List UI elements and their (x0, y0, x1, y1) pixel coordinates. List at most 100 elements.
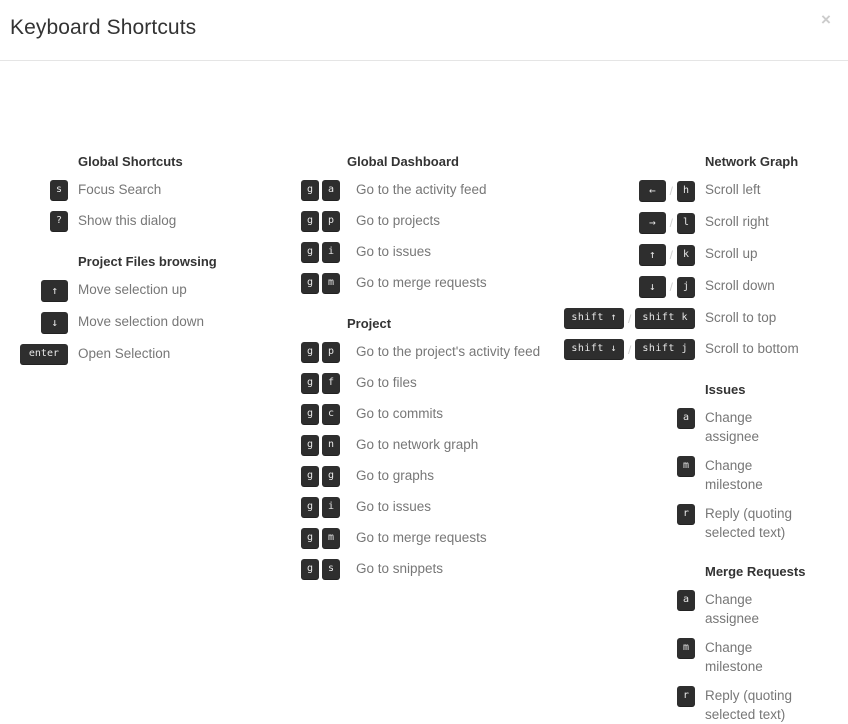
shortcut-description: Show this dialog (78, 213, 177, 228)
shortcut-keys: gi (292, 241, 347, 263)
key-badge: p (322, 211, 341, 232)
key-badge: enter (19, 344, 68, 365)
shortcut-row: shift ↓ / shift j Scroll to bottom (560, 338, 848, 360)
shortcut-keys: enter (0, 343, 68, 365)
key-badge: n (322, 435, 341, 456)
section-heading: Global Shortcuts (78, 154, 183, 169)
key-badge: ↑ (639, 244, 666, 266)
key-badge: ← (639, 180, 666, 202)
section-heading: Issues (705, 382, 746, 397)
shortcut-description: Change assignee (705, 592, 760, 626)
shortcut-keys: ↓ (0, 311, 68, 334)
shortcut-description: Move selection up (78, 282, 187, 297)
key-badge: ? (49, 211, 68, 232)
shortcut-description: Focus Search (78, 182, 162, 197)
dialog-header: Keyboard Shortcuts × (0, 0, 848, 61)
shortcut-description: Go to commits (356, 406, 444, 421)
shortcut-section: Merge Requests a Change assignee m Change mi… (560, 564, 848, 724)
shortcut-keys: ← / h (560, 179, 695, 202)
key-badge: m (676, 638, 695, 659)
shortcut-description: Go to issues (356, 499, 432, 514)
shortcut-description: Go to merge requests (356, 530, 487, 545)
shortcut-description: Go to merge requests (356, 275, 487, 290)
shortcut-row: m Change milestone (560, 455, 848, 494)
key-badge: g (301, 497, 320, 518)
key-badge: a (322, 180, 341, 201)
shortcut-row: ← / h Scroll left (560, 179, 848, 202)
shortcut-row: g a Go to the activity feed (292, 179, 560, 201)
shortcut-keys: gf (292, 372, 347, 394)
key-badge: s (322, 559, 341, 580)
shortcut-keys: ↑ / k (560, 243, 695, 266)
shortcut-keys: r (560, 503, 695, 525)
shortcut-description: Scroll to bottom (705, 341, 799, 356)
shortcut-row: ↓ / j Scroll down (560, 275, 848, 298)
key-badge: g (301, 373, 320, 394)
key-badge: l (676, 212, 695, 234)
key-badge: m (322, 528, 341, 549)
key-badge: g (301, 211, 320, 232)
shortcut-row: g m Go to merge requests (292, 527, 560, 549)
shortcut-row: g g Go to graphs (292, 465, 560, 487)
key-badge: shift k (635, 308, 695, 329)
key-badge: shift ↓ (564, 339, 624, 360)
key-badge: shift ↑ (564, 308, 624, 329)
shortcut-row: m Change milestone (560, 637, 848, 676)
key-badge: a (676, 590, 695, 611)
key-badge: g (322, 466, 341, 487)
shortcut-description: Scroll left (705, 182, 761, 197)
shortcut-description: Scroll right (705, 214, 769, 229)
key-separator: / (628, 342, 632, 357)
shortcut-keys: gg (292, 465, 347, 487)
shortcut-row: ↑ / k Scroll up (560, 243, 848, 266)
key-badge: p (322, 342, 341, 363)
shortcut-keys: → / l (560, 211, 695, 234)
section-heading: Network Graph (705, 154, 799, 169)
key-badge: g (301, 466, 320, 487)
key-badge: g (301, 435, 320, 456)
key-badge: a (676, 408, 695, 429)
shortcut-section: Issues a Change assignee m Change milestone r… (560, 382, 848, 542)
shortcut-section: Project Files browsing ↑ Move selection up… (0, 254, 292, 365)
key-separator: / (669, 216, 673, 230)
shortcut-keys: r (560, 685, 695, 707)
shortcut-keys: a (560, 589, 695, 611)
section-heading: Project (347, 316, 392, 331)
shortcut-description: Change milestone (705, 640, 763, 674)
column-1: Global Shortcuts s Focus Search? Show this … (0, 154, 292, 365)
key-separator: / (669, 248, 673, 262)
key-separator: / (669, 184, 673, 198)
shortcut-keys: gp (292, 341, 347, 363)
shortcut-description: Go to the project's activity feed (356, 344, 541, 359)
shortcut-row: a Change assignee (560, 589, 848, 628)
key-badge: r (676, 686, 695, 707)
shortcut-section: Global Dashboard g a Go to the activity fee… (292, 154, 560, 294)
key-badge: ↓ (41, 312, 68, 334)
section-heading: Merge Requests (705, 564, 806, 579)
key-badge: g (301, 528, 320, 549)
key-badge: shift j (635, 339, 695, 360)
key-badge: g (301, 404, 320, 425)
shortcut-row: shift ↑ / shift k Scroll to top (560, 307, 848, 329)
key-badge: f (322, 373, 341, 394)
shortcut-keys: ? (0, 210, 68, 232)
shortcut-row: g i Go to issues (292, 241, 560, 263)
shortcut-section: Global Shortcuts s Focus Search? Show this … (0, 154, 292, 232)
shortcut-section: Project g p Go to the project's activity fe… (292, 316, 560, 580)
key-badge: g (301, 180, 320, 201)
column-2: Global Dashboard g a Go to the activity fee… (292, 154, 560, 580)
shortcut-description: Scroll up (705, 246, 758, 261)
shortcut-description: Reply (quoting selected text) (705, 506, 793, 540)
shortcut-keys: shift ↓ / shift j (560, 338, 695, 360)
key-badge: k (676, 244, 695, 266)
shortcut-row: g f Go to files (292, 372, 560, 394)
close-icon[interactable]: × (815, 9, 837, 31)
section-heading: Project Files browsing (78, 254, 217, 269)
shortcut-row: → / l Scroll right (560, 211, 848, 234)
shortcut-keys: gp (292, 210, 347, 232)
shortcut-row: r Reply (quoting selected text) (560, 685, 848, 724)
shortcut-keys: m (560, 455, 695, 477)
shortcut-row: ? Show this dialog (0, 210, 292, 232)
shortcut-description: Scroll to top (705, 310, 777, 325)
shortcut-keys: gs (292, 558, 347, 580)
